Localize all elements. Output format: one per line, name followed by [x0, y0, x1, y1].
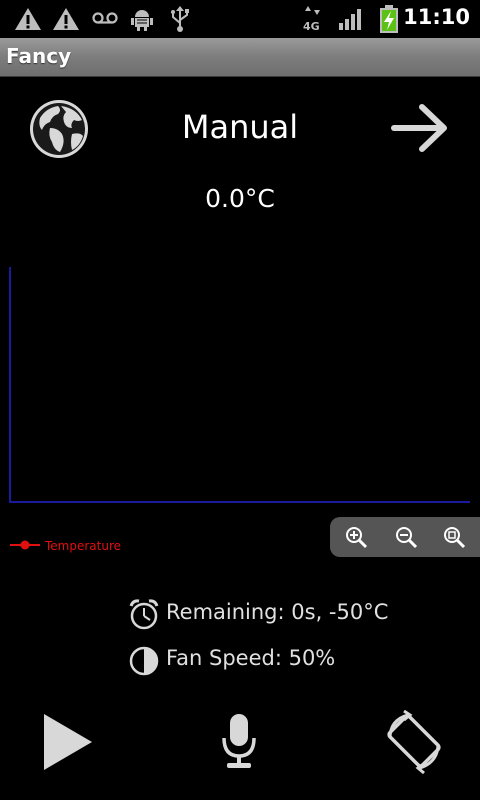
arrow-right-icon[interactable] — [390, 102, 450, 158]
temperature-chart — [9, 267, 470, 503]
voicemail-icon — [92, 10, 118, 30]
legend-label: Temperature — [45, 539, 122, 553]
status-bar: 4G 11:10 — [0, 0, 480, 38]
svg-text:4G: 4G — [303, 20, 320, 33]
4g-data-icon: 4G — [302, 5, 324, 37]
alarm-clock-icon — [128, 598, 160, 636]
signal-icon — [338, 7, 364, 35]
play-button[interactable] — [40, 712, 94, 776]
warning-icon — [14, 6, 42, 36]
zoom-fit-icon[interactable] — [442, 525, 466, 553]
microphone-button[interactable] — [219, 712, 259, 776]
zoom-out-icon[interactable] — [394, 525, 418, 553]
usb-icon — [170, 5, 190, 37]
legend-swatch — [10, 540, 40, 550]
zoom-controls — [330, 517, 480, 557]
app-title: Fancy — [6, 44, 72, 68]
rotate-screen-button[interactable] — [384, 709, 444, 778]
fan-speed-text: Fan Speed: 50% — [166, 646, 336, 670]
android-debug-icon — [130, 7, 154, 35]
remaining-text: Remaining: 0s, -50°C — [166, 600, 389, 624]
zoom-in-icon[interactable] — [344, 525, 368, 553]
warning-icon — [52, 6, 80, 36]
temperature-readout: 0.0°C — [205, 184, 275, 213]
title-bar: Fancy — [0, 38, 480, 77]
pie-clock-icon — [128, 645, 160, 681]
battery-charging-icon — [378, 4, 400, 38]
status-time: 11:10 — [403, 5, 470, 29]
